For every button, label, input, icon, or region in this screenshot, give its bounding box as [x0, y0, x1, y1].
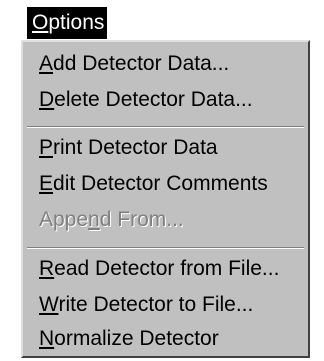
mnemonic: E [39, 172, 54, 195]
mnemonic: A [39, 52, 54, 75]
menu-separator [27, 247, 304, 249]
menu-item-add-detector-data[interactable]: Add Detector Data... [39, 50, 229, 78]
menu-item-label: ormalize Detector [54, 327, 219, 350]
menu-item-label: d From... [99, 208, 184, 231]
mnemonic: N [39, 327, 55, 350]
options-dropdown-menu: Add Detector Data... Delete Detector Dat… [21, 40, 310, 358]
menu-item-label: rint Detector Data [53, 136, 218, 159]
mnemonic: W [39, 293, 59, 316]
menu-item-label: dd Detector Data... [53, 52, 230, 75]
menu-item-print-detector-data[interactable]: Print Detector Data [39, 134, 218, 162]
mnemonic: D [39, 88, 55, 111]
options-label-rest: ptions [48, 11, 105, 34]
menu-item-label: rite Detector to File... [58, 293, 254, 316]
mnemonic: P [39, 136, 54, 159]
menu-separator [27, 126, 304, 128]
menu-item-label-pre: Appe [39, 208, 89, 231]
menu-item-write-detector-to-file[interactable]: Write Detector to File... [39, 291, 253, 319]
menu-item-delete-detector-data[interactable]: Delete Detector Data... [39, 86, 253, 114]
menu-item-edit-detector-comments[interactable]: Edit Detector Comments [39, 170, 268, 198]
menu-item-label: elete Detector Data... [54, 88, 253, 111]
menu-item-label: ead Detector from File... [54, 257, 280, 280]
mnemonic: n [88, 208, 100, 231]
menu-item-label: dit Detector Comments [53, 172, 268, 195]
menu-item-append-from: Append From... [39, 206, 184, 234]
options-menu-title[interactable]: Options [27, 7, 107, 39]
mnemonic: R [39, 257, 55, 280]
menu-item-read-detector-from-file[interactable]: Read Detector from File... [39, 255, 279, 283]
options-mnemonic: O [32, 11, 49, 34]
menu-item-normalize-detector[interactable]: Normalize Detector [39, 325, 219, 353]
